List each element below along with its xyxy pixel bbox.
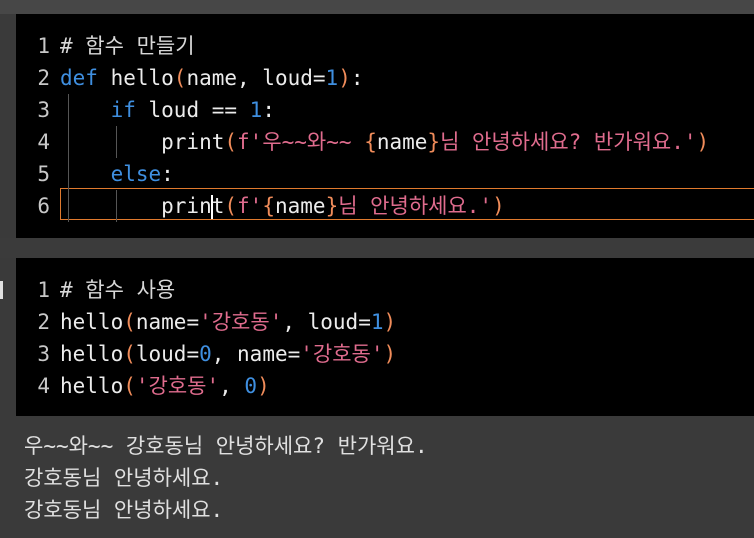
code-token: # 함수 만들기 — [60, 34, 195, 58]
code-token: loud= — [135, 342, 200, 366]
cell-output: 우~~와~~ 강호동님 안녕하세요? 반가워요. 강호동님 안녕하세요. 강호동… — [0, 416, 754, 538]
code-token: { — [262, 194, 275, 218]
code-token: 1 — [325, 66, 339, 90]
code-token: f' — [237, 194, 263, 218]
code-token: 0 — [244, 374, 258, 398]
code-token: , name= — [211, 342, 301, 366]
code-token: ( — [123, 310, 136, 334]
code-text[interactable]: if loud == 1: — [60, 94, 275, 126]
code-token: def — [60, 66, 111, 90]
code-token: '강호동' — [135, 374, 220, 398]
code-token: 1 — [370, 310, 384, 334]
code-token: f'우~~와~~ — [237, 130, 365, 154]
line-number: 2 — [37, 310, 50, 334]
code-token: hello — [60, 310, 124, 334]
line-number: 4 — [37, 374, 50, 398]
code-token: print — [60, 194, 225, 219]
code-text[interactable]: print(f'우~~와~~ {name}님 안녕하세요? 반가워요.') — [60, 126, 709, 158]
output-line-1: 우~~와~~ 강호동님 안녕하세요? 반가워요. — [24, 434, 428, 458]
line-number: 3 — [37, 342, 50, 366]
code-token: ( — [123, 342, 136, 366]
code-token: # 함수 사용 — [60, 278, 176, 302]
code-token: if — [110, 98, 149, 122]
code-text[interactable]: hello('강호동', 0) — [60, 370, 270, 402]
code-token: 1 — [249, 98, 263, 122]
code-token: : — [262, 98, 275, 122]
code-token: '강호동' — [199, 310, 283, 334]
code-token: , loud= — [282, 310, 371, 334]
code-token: name= — [135, 310, 200, 334]
code-token: 0 — [199, 342, 212, 366]
line-number: 2 — [37, 66, 50, 90]
indent-guide — [68, 94, 69, 222]
code-token: ( — [123, 374, 136, 398]
code-token: : — [350, 66, 364, 90]
code-token: '강호동' — [300, 342, 384, 366]
code-token: ) — [257, 374, 270, 398]
code-token: { — [364, 130, 377, 154]
line-number: 1 — [37, 34, 50, 58]
code-token: 님 안녕하세요? 반가워요.' — [440, 130, 697, 154]
code-token: : — [161, 162, 174, 186]
line-number: 4 — [37, 130, 50, 154]
code-token: name — [376, 130, 428, 154]
code-token: ) — [338, 66, 351, 90]
code-token: name, loud= — [186, 66, 326, 90]
code-token: ( — [173, 66, 187, 90]
code-token: name — [274, 194, 326, 218]
cell-selection-marker — [0, 281, 3, 299]
code-token: hello — [60, 374, 124, 398]
code-cell-use-function[interactable]: 1 # 함수 사용 2 hello(name='강호동', loud=1) 3 hello… — [16, 258, 754, 416]
code-token: ) — [696, 130, 710, 154]
code-token: loud == — [148, 98, 250, 122]
code-token: , — [219, 374, 245, 398]
code-token: hello — [60, 342, 124, 366]
code-cell-define-function[interactable]: 1 # 함수 만들기 2 def hello(name, loud=1): 3 if l… — [16, 14, 754, 238]
code-text[interactable]: print(f'{name}님 안녕하세요.') — [60, 190, 505, 222]
code-token: ) — [383, 310, 397, 334]
code-text[interactable]: hello(name='강호동', loud=1) — [60, 306, 396, 338]
output-line-3: 강호동님 안녕하세요. — [24, 498, 224, 522]
code-token: ) — [383, 342, 397, 366]
indent-guide — [116, 190, 117, 222]
code-token: ( — [224, 194, 238, 218]
output-line-2: 강호동님 안녕하세요. — [24, 466, 224, 490]
code-token: } — [325, 194, 339, 218]
cell-divider — [0, 238, 754, 258]
code-token: ( — [224, 130, 238, 154]
code-text[interactable]: hello(loud=0, name='강호동') — [60, 338, 396, 370]
code-token: 님 안녕하세요.' — [338, 194, 493, 218]
line-number: 1 — [37, 278, 50, 302]
code-text[interactable]: # 함수 사용 — [60, 274, 175, 306]
line-number: 6 — [37, 194, 50, 218]
code-token: print — [60, 130, 225, 154]
code-text[interactable]: else: — [60, 158, 174, 190]
code-text[interactable]: # 함수 만들기 — [60, 30, 195, 62]
code-token: } — [427, 130, 441, 154]
code-token: else — [110, 162, 162, 186]
indent-guide — [116, 126, 117, 158]
text-cursor — [210, 195, 213, 219]
code-text[interactable]: def hello(name, loud=1): — [60, 62, 364, 94]
line-number: 5 — [37, 162, 50, 186]
code-token: ) — [492, 194, 505, 218]
top-toolbar-band — [0, 0, 754, 14]
code-token: hello — [110, 66, 174, 90]
line-number: 3 — [37, 98, 50, 122]
